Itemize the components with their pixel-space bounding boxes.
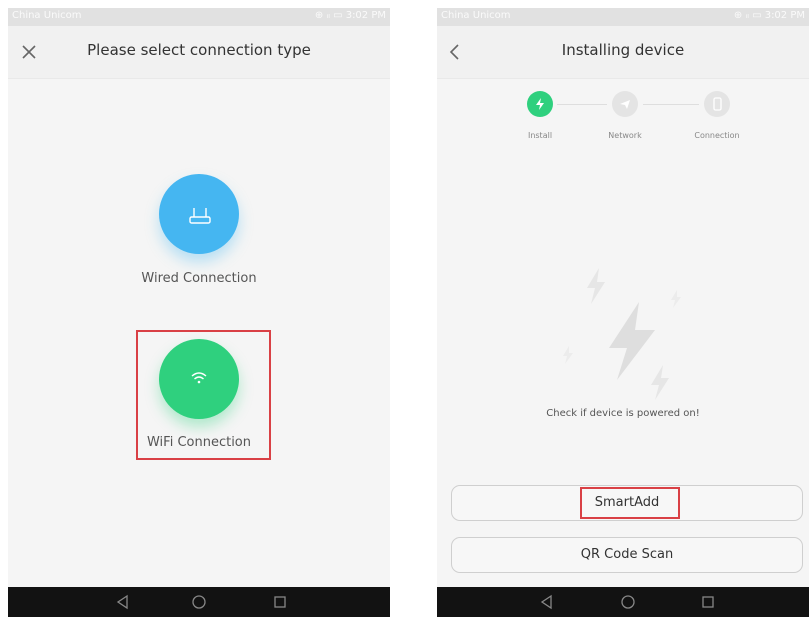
system-nav-bar [437, 587, 809, 617]
lightning-icon [587, 268, 605, 304]
progress-steps: Install Network Connection [437, 91, 809, 151]
lightning-icon [536, 98, 544, 110]
home-circle-icon[interactable] [191, 594, 207, 614]
page-title: Please select connection type [87, 41, 311, 59]
step-connector [557, 104, 607, 105]
status-bar: China Unicom ⊕ ᵢₗ ▭ 3:02 PM [437, 8, 809, 26]
smart-add-highlight-box [580, 487, 680, 519]
step-connector [643, 104, 699, 105]
system-status: ⊕ ᵢₗ ▭ 3:02 PM [314, 10, 386, 21]
step-connection-label: Connection [694, 131, 740, 140]
qr-code-scan-button[interactable]: QR Code Scan [451, 537, 803, 573]
send-icon [620, 100, 630, 109]
back-triangle-icon[interactable] [115, 594, 131, 614]
recent-square-icon[interactable] [272, 594, 288, 614]
lightning-icon [651, 365, 669, 400]
lightning-icon [671, 290, 681, 308]
recent-square-icon[interactable] [700, 594, 716, 614]
nav-bar: Installing device [437, 26, 809, 79]
router-icon [189, 208, 211, 224]
page-title: Installing device [561, 41, 685, 59]
step-install-label: Install [527, 131, 553, 140]
system-status: ⊕ ᵢₗ ▭ 3:02 PM [733, 10, 805, 21]
step-network-dot [612, 91, 638, 117]
back-triangle-icon[interactable] [539, 594, 555, 614]
lightning-icon [609, 302, 655, 380]
wired-connection-button[interactable] [159, 174, 239, 254]
status-bar: China Unicom ⊕ ᵢₗ ▭ 3:02 PM [8, 8, 390, 26]
phone-icon [713, 97, 722, 111]
carrier-label: China Unicom [441, 10, 511, 21]
installing-device-screen: China Unicom ⊕ ᵢₗ ▭ 3:02 PM Installing d… [437, 8, 809, 617]
step-install-dot [527, 91, 553, 117]
wired-connection-label: Wired Connection [141, 271, 257, 286]
carrier-label: China Unicom [12, 10, 82, 21]
power-hint-text: Check if device is powered on! [546, 408, 700, 419]
wifi-highlight-box [136, 330, 271, 460]
lightning-illustration [547, 260, 707, 405]
connection-type-screen: China Unicom ⊕ ᵢₗ ▭ 3:02 PM Please selec… [8, 8, 390, 617]
nav-bar: Please select connection type [8, 26, 390, 79]
home-circle-icon[interactable] [620, 594, 636, 614]
step-network-label: Network [608, 131, 642, 140]
step-connection-dot [704, 91, 730, 117]
lightning-icon [563, 346, 573, 364]
system-nav-bar [8, 587, 390, 617]
